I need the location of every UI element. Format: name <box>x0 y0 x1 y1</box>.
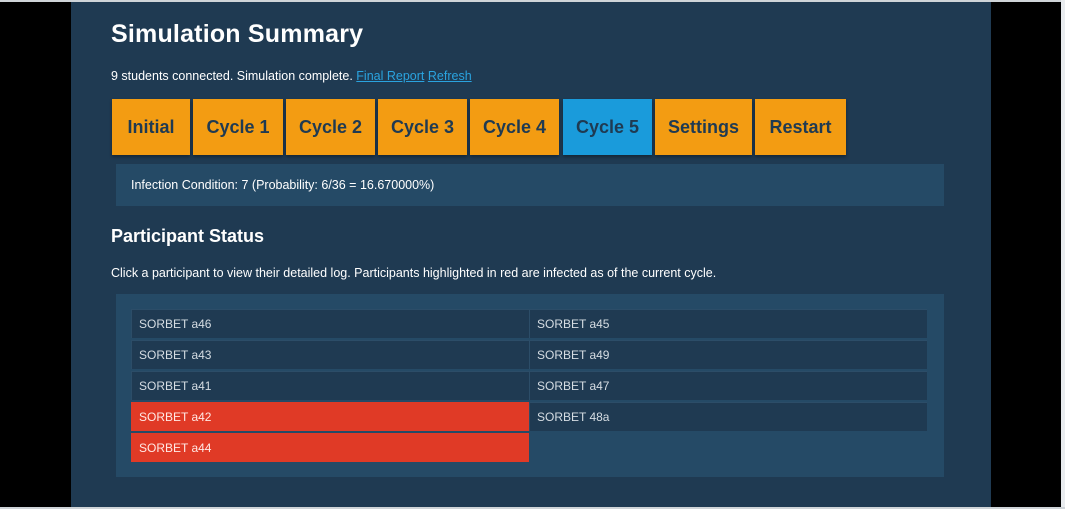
participant-grid: SORBET a46 SORBET a45 SORBET a43 SORBET … <box>116 294 944 477</box>
tab-cycle-4[interactable]: Cycle 4 <box>470 99 559 155</box>
participant-cell[interactable]: SORBET a49 <box>529 340 927 369</box>
participant-cell[interactable]: SORBET a41 <box>131 371 529 400</box>
tab-restart[interactable]: Restart <box>755 99 846 155</box>
window-right-border <box>1061 0 1065 509</box>
participant-cell[interactable]: SORBET 48a <box>529 402 927 431</box>
participant-cell[interactable]: SORBET a45 <box>529 309 927 338</box>
tab-cycle-2[interactable]: Cycle 2 <box>286 99 375 155</box>
participant-status-heading: Participant Status <box>111 226 265 246</box>
final-report-link[interactable]: Final Report <box>356 69 424 83</box>
page-title: Simulation Summary <box>111 20 364 48</box>
status-text: 9 students connected. Simulation complet… <box>111 69 353 83</box>
participant-cell[interactable]: SORBET a46 <box>131 309 529 338</box>
tab-cycle-5[interactable]: Cycle 5 <box>563 99 652 155</box>
tab-cycle-3[interactable]: Cycle 3 <box>378 99 467 155</box>
participant-cell-infected[interactable]: SORBET a42 <box>131 402 529 431</box>
tab-initial[interactable]: Initial <box>112 99 190 155</box>
tab-cycle-1[interactable]: Cycle 1 <box>193 99 283 155</box>
infection-condition-text: Infection Condition: 7 (Probability: 6/3… <box>131 178 435 192</box>
status-line: 9 students connected. Simulation complet… <box>111 69 472 83</box>
infection-condition-box: Infection Condition: 7 (Probability: 6/3… <box>116 164 944 206</box>
participant-cell[interactable]: SORBET a47 <box>529 371 927 400</box>
participant-cell[interactable]: SORBET a43 <box>131 340 529 369</box>
tab-settings[interactable]: Settings <box>655 99 752 155</box>
main-panel: Simulation Summary 9 students connected.… <box>71 2 991 507</box>
refresh-link[interactable]: Refresh <box>428 69 472 83</box>
participant-hint: Click a participant to view their detail… <box>111 266 717 280</box>
participant-cell-infected[interactable]: SORBET a44 <box>131 433 529 462</box>
